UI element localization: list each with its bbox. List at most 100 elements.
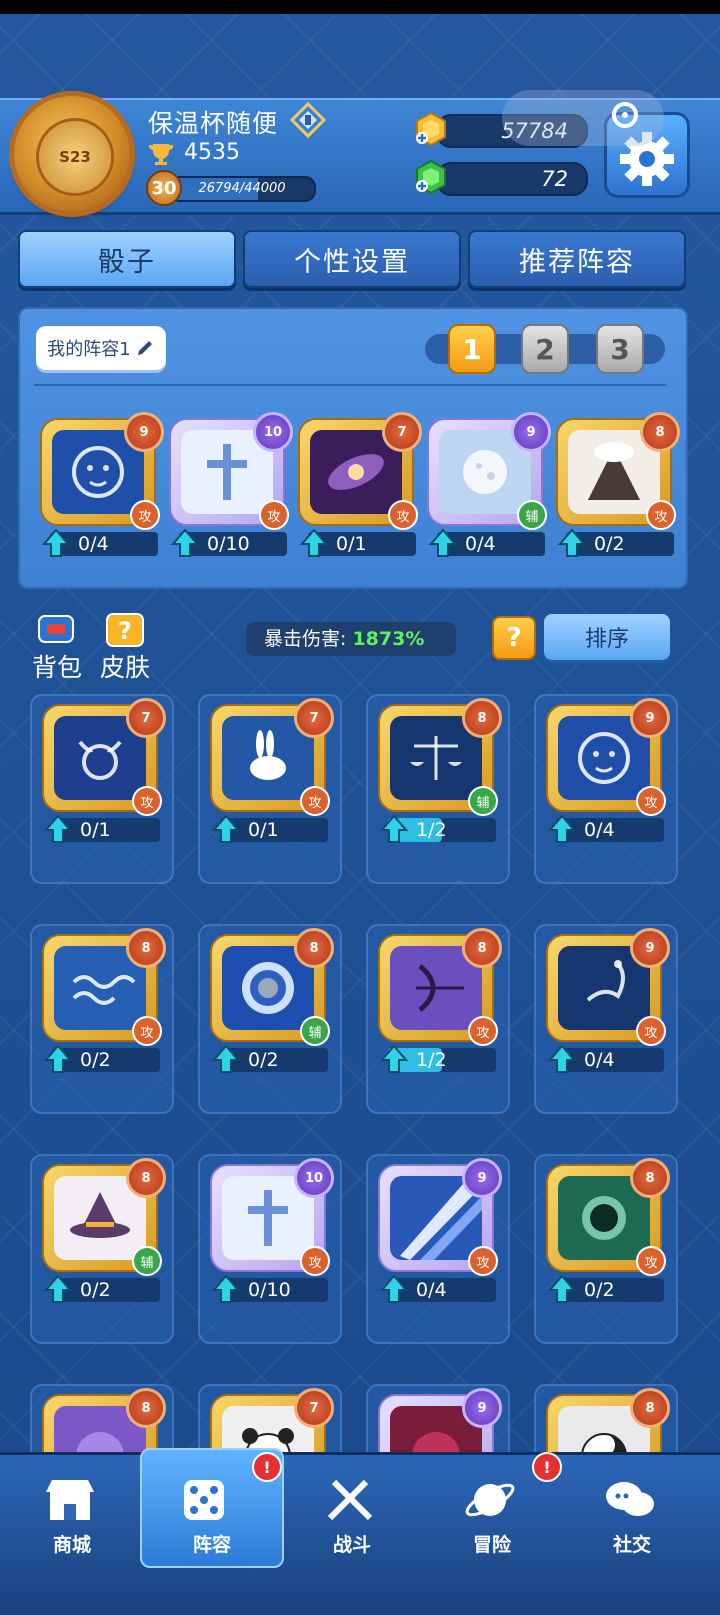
trophy-icon	[148, 144, 174, 165]
nav-dice[interactable]: 阵容!	[140, 1452, 284, 1572]
progress-text: 0/4	[416, 1279, 447, 1301]
crit-damage-display: 暴击伤害: 1873%	[246, 622, 456, 656]
nav-label: 阵容	[192, 1534, 231, 1556]
upgrade-progress: 0/2	[44, 1274, 160, 1303]
dice-role-badge: 辅	[300, 1016, 330, 1046]
floating-assist-icon	[612, 102, 638, 128]
preset-3-button[interactable]: 3	[596, 324, 644, 374]
dice-level-badge: 9	[630, 928, 670, 968]
dice-level-badge: 9	[124, 412, 164, 452]
upgrade-progress: 0/4	[429, 528, 545, 557]
dice-role-badge: 攻	[636, 1246, 666, 1276]
progress-text: 0/2	[594, 533, 625, 555]
upgrade-arrow-icon	[380, 814, 408, 843]
dice-frame: 10 攻	[210, 1158, 334, 1276]
dice-level-badge: 10	[253, 412, 293, 452]
dice-frame: 8辅	[210, 928, 334, 1046]
dice-icon	[184, 1480, 224, 1520]
upgrade-arrow-icon	[212, 814, 240, 843]
progress-text: 0/2	[80, 1279, 111, 1301]
upgrade-progress: 0/1	[44, 814, 160, 843]
upgrade-arrow-icon	[429, 528, 457, 557]
floating-assist-overlay[interactable]	[502, 90, 664, 146]
dice-role-badge: 辅	[517, 500, 547, 530]
dice-level-badge: 8	[462, 698, 502, 738]
nav-planet[interactable]: 冒险!	[420, 1452, 564, 1572]
upgrade-arrow-icon	[212, 1274, 240, 1303]
dice-frame: 9攻	[546, 698, 670, 816]
dice-level-badge: 8	[462, 928, 502, 968]
upgrade-progress: 0/4	[548, 1044, 664, 1073]
upgrade-progress: 1/2	[380, 1044, 496, 1073]
preset-1-button[interactable]: 1	[448, 324, 496, 374]
skin-help-icon: ?	[106, 613, 144, 647]
dice-role-badge: 攻	[468, 1016, 498, 1046]
progress-text: 0/1	[336, 533, 367, 555]
upgrade-progress: 0/2	[558, 528, 674, 557]
dice-role-badge: 攻	[468, 1246, 498, 1276]
dice-level-badge: 8	[630, 1388, 670, 1428]
upgrade-progress: 0/10	[171, 528, 287, 557]
dice-frame: 9攻	[40, 412, 164, 530]
lineup-name-button[interactable]: 我的阵容1	[36, 326, 166, 370]
crit-value: 1873%	[352, 628, 425, 650]
backpack-button[interactable]: 背包	[32, 612, 82, 684]
dice-frame: 9攻	[546, 928, 670, 1046]
dice-frame: 8攻	[378, 928, 502, 1046]
dice-role-badge: 辅	[468, 786, 498, 816]
dice-level-badge: 8	[640, 412, 680, 452]
upgrade-progress: 0/2	[44, 1044, 160, 1073]
preset-2-button[interactable]: 2	[521, 324, 569, 374]
upgrade-progress: 0/2	[212, 1044, 328, 1073]
trophy-count: 4535	[184, 140, 240, 165]
dice-level-badge: 7	[294, 1388, 334, 1428]
svg-text:?: ?	[118, 617, 132, 645]
progress-text: 0/4	[78, 533, 109, 555]
season-badge[interactable]: S23	[14, 96, 130, 212]
nav-swords[interactable]: 战斗	[280, 1452, 424, 1572]
dice-level-badge: 9	[630, 698, 670, 738]
upgrade-arrow-icon	[548, 1044, 576, 1073]
progress-text: 0/2	[248, 1049, 279, 1071]
progress-text: 0/4	[584, 1049, 615, 1071]
dice-level-badge: 8	[126, 1388, 166, 1428]
dice-role-badge: 攻	[636, 786, 666, 816]
upgrade-arrow-icon	[380, 1044, 408, 1073]
nav-label: 商城	[52, 1534, 91, 1556]
gold-coin-icon	[416, 112, 446, 146]
progress-text: 0/2	[80, 1049, 111, 1071]
upgrade-arrow-icon	[300, 528, 328, 557]
upgrade-arrow-icon	[44, 814, 72, 843]
tab-recommended[interactable]: 推荐阵容	[468, 230, 686, 288]
dice-role-badge: 攻	[646, 500, 676, 530]
upgrade-progress: 0/2	[548, 1274, 664, 1303]
panel-divider	[34, 384, 666, 386]
nav-chat[interactable]: 社交	[560, 1452, 704, 1572]
dice-role-badge: 攻	[132, 1016, 162, 1046]
upgrade-arrow-icon	[42, 528, 70, 557]
upgrade-progress: 0/1	[212, 814, 328, 843]
skin-button[interactable]: ? 皮肤	[100, 612, 150, 684]
sort-button[interactable]: 排序	[544, 614, 670, 660]
dice-frame: 8攻	[546, 1158, 670, 1276]
upgrade-progress: 0/1	[300, 528, 416, 557]
dice-frame: 8攻	[556, 412, 680, 530]
dice-level-badge: 9	[511, 412, 551, 452]
tab-personalize[interactable]: 个性设置	[243, 230, 461, 288]
upgrade-progress: 1/2	[380, 814, 496, 843]
rank-icon[interactable]	[290, 102, 326, 138]
player-name: 保温杯随便	[148, 109, 279, 138]
upgrade-progress: 0/4	[548, 814, 664, 843]
gem-counter[interactable]: 72	[436, 162, 588, 196]
nav-shop[interactable]: 商城	[0, 1452, 144, 1572]
dice-level-badge: 8	[126, 1158, 166, 1198]
crit-help-button[interactable]: ?	[492, 616, 536, 660]
tab-dice[interactable]: 骰子	[18, 230, 236, 288]
xp-text: 26794/44000	[198, 181, 286, 196]
dice-role-badge: 攻	[130, 500, 160, 530]
dice-level-badge: 8	[294, 928, 334, 968]
notification-badge: !	[532, 1452, 562, 1482]
lineup-name: 我的阵容1	[47, 339, 131, 360]
upgrade-arrow-icon	[548, 814, 576, 843]
progress-text: 0/4	[584, 819, 615, 841]
